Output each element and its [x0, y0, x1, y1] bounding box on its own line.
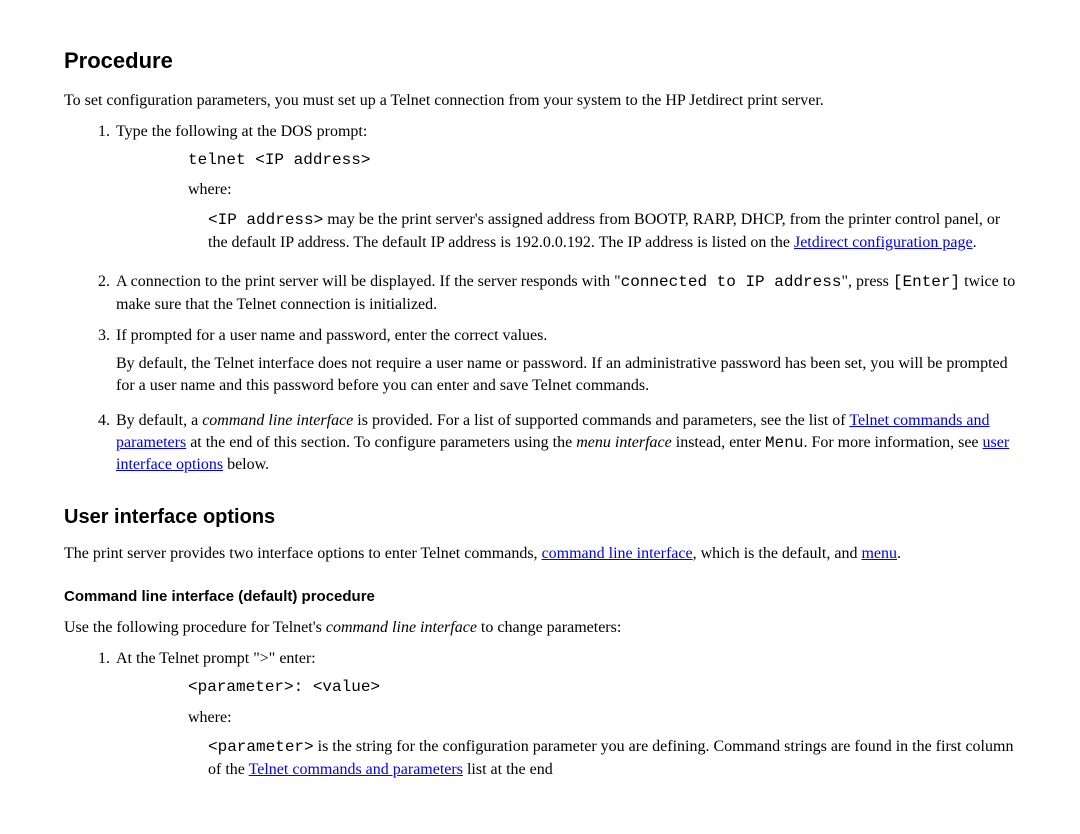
cli-step-1-code: <parameter>: <value> — [188, 678, 380, 696]
heading-procedure: Procedure — [64, 46, 1016, 76]
step-number: 2. — [88, 271, 116, 315]
link-cli[interactable]: command line interface — [542, 545, 693, 562]
step-4-b: is provided. For a list of supported com… — [353, 412, 849, 429]
heading-user-interface-options: User interface options — [64, 504, 1016, 531]
cli-detail-b: list at the end — [463, 761, 553, 778]
step-1-ip-code: <IP address> — [208, 211, 323, 229]
step-2-b: ", press — [841, 273, 892, 290]
cli-step-1-text: At the Telnet prompt ">" enter: — [116, 648, 1016, 670]
step-number: 1. — [88, 121, 116, 261]
link-jetdirect-config[interactable]: Jetdirect configuration page — [794, 234, 973, 251]
step-3: 3. If prompted for a user name and passw… — [88, 325, 1016, 404]
uio-intro-a: The print server provides two interface … — [64, 545, 542, 562]
link-menu[interactable]: menu — [861, 545, 897, 562]
step-number: 1. — [88, 648, 116, 788]
step-4-a: By default, a — [116, 412, 202, 429]
uio-intro-b: , which is the default, and — [693, 545, 862, 562]
cli-detail-code: <parameter> — [208, 738, 314, 756]
step-4-e: . For more information, see — [803, 434, 982, 451]
cli-step-1: 1. At the Telnet prompt ">" enter: <para… — [88, 648, 1016, 788]
step-1: 1. Type the following at the DOS prompt:… — [88, 121, 1016, 261]
step-4-d: instead, enter — [672, 434, 765, 451]
step-4-c: at the end of this section. To configure… — [186, 434, 576, 451]
step-number: 4. — [88, 410, 116, 476]
uio-intro: The print server provides two interface … — [64, 543, 1016, 565]
step-4-i2: menu interface — [576, 434, 672, 451]
step-1-period: . — [973, 234, 977, 251]
step-4: 4. By default, a command line interface … — [88, 410, 1016, 476]
step-4-f: below. — [223, 456, 269, 473]
cli-intro-b: to change parameters: — [477, 619, 621, 636]
link-telnet-commands-2[interactable]: Telnet commands and parameters — [249, 761, 463, 778]
step-3-a: If prompted for a user name and password… — [116, 325, 1016, 347]
step-1-text: Type the following at the DOS prompt: — [116, 121, 1016, 143]
step-number: 3. — [88, 325, 116, 404]
step-1-where: where: — [188, 179, 1016, 201]
step-2-a: A connection to the print server will be… — [116, 273, 621, 290]
step-2-code2: [Enter] — [893, 273, 960, 291]
step-3-b: By default, the Telnet interface does no… — [116, 353, 1016, 396]
cli-intro-a: Use the following procedure for Telnet's — [64, 619, 326, 636]
uio-intro-c: . — [897, 545, 901, 562]
cli-step-1-where: where: — [188, 707, 1016, 729]
cli-intro-i: command line interface — [326, 619, 477, 636]
heading-cli-procedure: Command line interface (default) procedu… — [64, 587, 1016, 607]
step-1-code: telnet <IP address> — [188, 151, 370, 169]
cli-intro: Use the following procedure for Telnet's… — [64, 617, 1016, 639]
procedure-intro: To set configuration parameters, you mus… — [64, 90, 1016, 112]
step-2-code1: connected to IP address — [621, 273, 842, 291]
step-4-code: Menu — [765, 434, 803, 452]
step-4-i1: command line interface — [202, 412, 353, 429]
step-2: 2. A connection to the print server will… — [88, 271, 1016, 315]
